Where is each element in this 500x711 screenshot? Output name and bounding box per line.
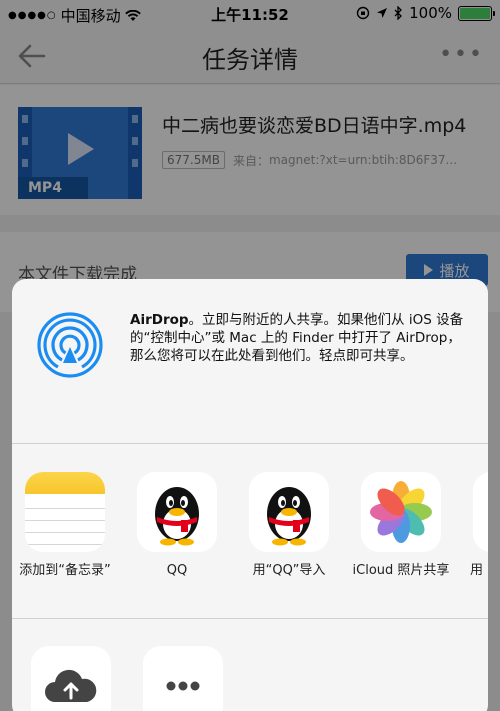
share-app-label: 用“QQ”导入: [252, 563, 326, 578]
notes-icon: [25, 472, 105, 552]
cloud-upload-icon: [45, 669, 97, 702]
share-app-icloud-photos[interactable]: iCloud 照片共享: [346, 472, 456, 579]
share-app-label: 用: [470, 563, 484, 578]
cloud-upload-button[interactable]: [31, 646, 111, 711]
share-app-qq-import[interactable]: 用“QQ”导入: [234, 472, 344, 579]
more-actions-button[interactable]: [143, 646, 223, 711]
airdrop-section: AirDrop。立即与附近的人共享。如果他们从 iOS 设备的“控制中心”或 M…: [12, 279, 488, 444]
app-icon: [473, 472, 488, 552]
share-app-label: QQ: [166, 563, 188, 578]
share-actions-row: [12, 620, 488, 711]
qq-icon: [137, 472, 217, 552]
share-apps-row: 添加到“备忘录” QQ 用“QQ”导入 iCloud 照片共享 用: [12, 445, 488, 619]
airdrop-icon: [37, 312, 103, 378]
share-app-label: iCloud 照片共享: [352, 563, 450, 578]
share-app-qq[interactable]: QQ: [122, 472, 232, 579]
share-app-partial[interactable]: 用: [458, 472, 488, 579]
airdrop-title: AirDrop: [130, 312, 189, 328]
more-icon: [166, 681, 200, 691]
share-app-notes[interactable]: 添加到“备忘录”: [12, 472, 120, 579]
share-app-label: 添加到“备忘录”: [19, 563, 111, 578]
share-sheet: AirDrop。立即与附近的人共享。如果他们从 iOS 设备的“控制中心”或 M…: [12, 279, 488, 711]
airdrop-description: AirDrop。立即与附近的人共享。如果他们从 iOS 设备的“控制中心”或 M…: [130, 311, 470, 365]
qq-icon: [249, 472, 329, 552]
photos-icon: [361, 472, 441, 552]
